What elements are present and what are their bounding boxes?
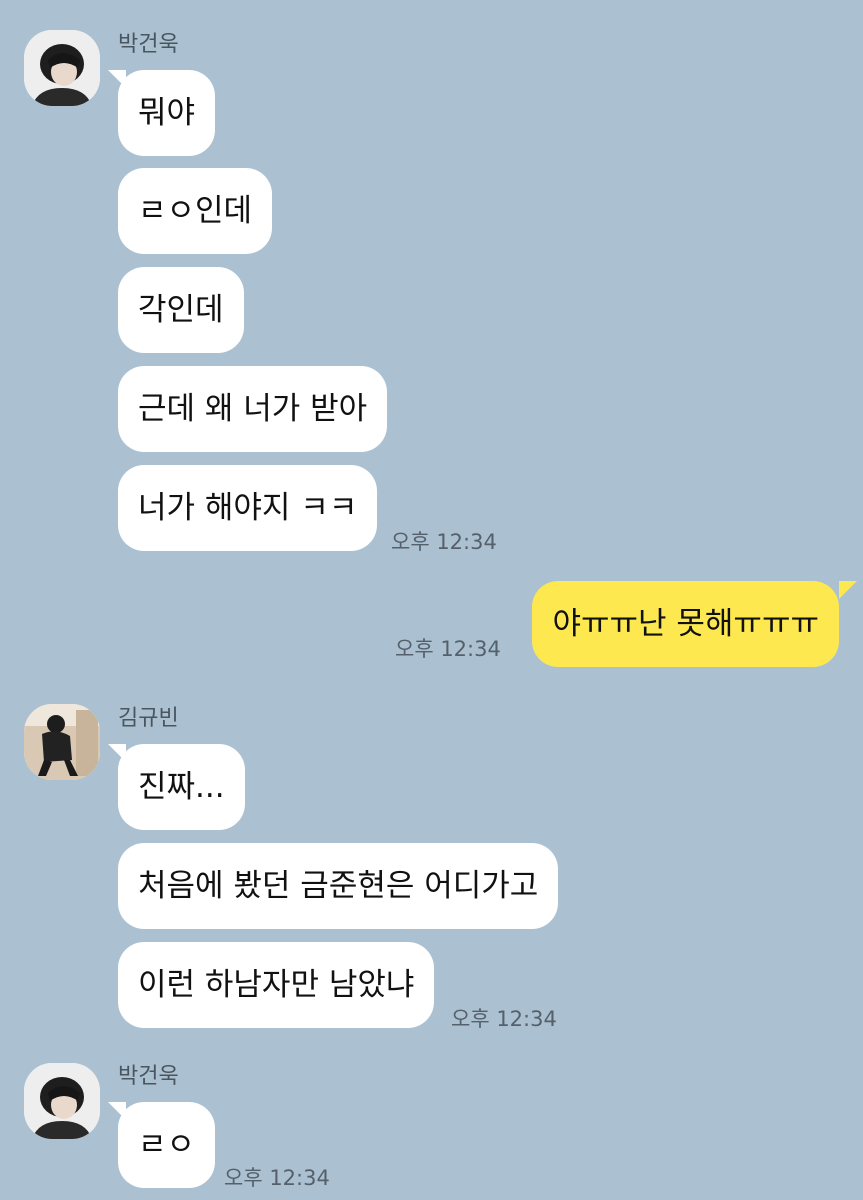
avatar-photo-icon	[24, 1063, 100, 1139]
message-bubble[interactable]: 진짜...	[118, 744, 245, 830]
my-message-bubble[interactable]: 야ㅠㅠ난 못해ㅠㅠㅠ	[532, 581, 839, 667]
message-bubble[interactable]: 각인데	[118, 267, 244, 353]
avatar-park-geonuk[interactable]	[24, 30, 100, 106]
avatar-photo-icon	[24, 30, 100, 106]
message-timestamp: 오후 12:34	[395, 637, 501, 661]
message-bubble[interactable]: 처음에 봤던 금준현은 어디가고	[118, 843, 559, 929]
message-bubble[interactable]: 이런 하남자만 남았냐	[118, 942, 435, 1028]
bubble-tail	[839, 581, 857, 599]
message-timestamp: 오후 12:34	[391, 530, 497, 554]
sender-name: 박건욱	[118, 32, 179, 57]
avatar-photo-icon	[24, 704, 100, 780]
avatar-kim-gyubin[interactable]	[24, 704, 100, 780]
sender-name: 김규빈	[118, 706, 179, 731]
avatar-park-geonuk[interactable]	[24, 1063, 100, 1139]
message-timestamp: 오후 12:34	[224, 1166, 330, 1190]
message-timestamp: 오후 12:34	[451, 1007, 557, 1031]
sender-name: 박건욱	[118, 1064, 179, 1089]
message-bubble[interactable]: ㄹㅇ	[118, 1102, 216, 1188]
message-bubble[interactable]: 근데 왜 너가 받아	[118, 366, 388, 452]
message-bubble[interactable]: ㄹㅇ인데	[118, 168, 273, 254]
message-bubble[interactable]: 너가 해야지 ㅋㅋ	[118, 465, 378, 551]
message-bubble[interactable]: 뭐야	[118, 70, 216, 156]
